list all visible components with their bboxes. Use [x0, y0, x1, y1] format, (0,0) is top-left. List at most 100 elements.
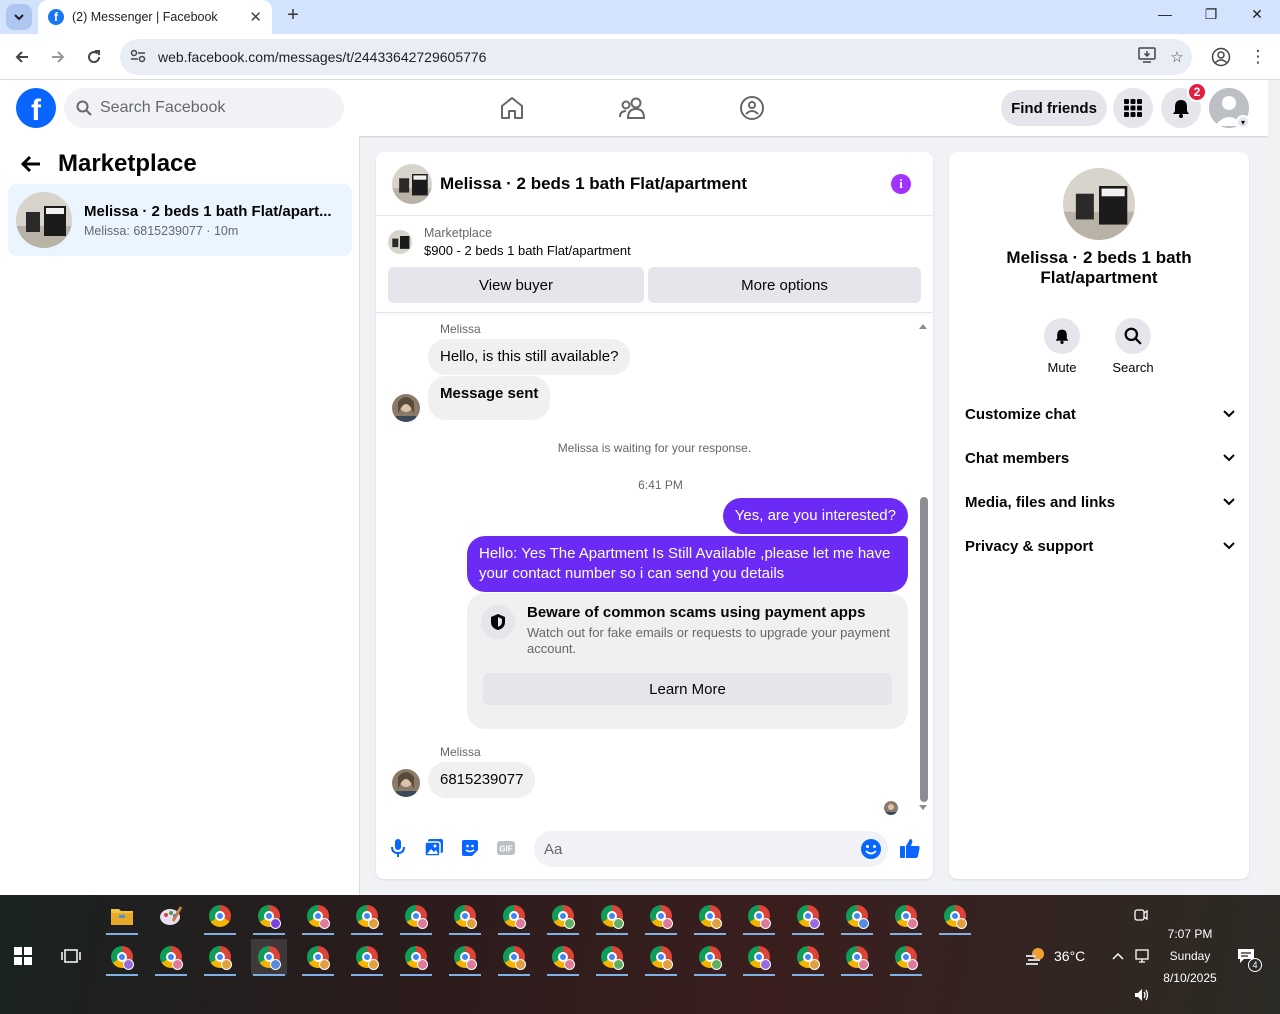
close-window-button[interactable]: ✕	[1234, 0, 1280, 28]
chrome-icon[interactable]	[202, 898, 238, 935]
bookmark-star-icon[interactable]: ☆	[1162, 48, 1192, 66]
notifications-button[interactable]: 2	[1161, 82, 1207, 128]
account-chevron-icon[interactable]: ▾	[1236, 115, 1250, 129]
groups-nav-button[interactable]	[734, 90, 770, 126]
gif-icon[interactable]: GIF	[494, 836, 518, 860]
chrome-profile-icon[interactable]	[692, 939, 728, 976]
clock-day[interactable]: Sunday	[1160, 949, 1220, 963]
learn-more-button[interactable]: Learn More	[483, 673, 892, 705]
notification-center-button[interactable]: 4	[1228, 938, 1264, 974]
sender-avatar[interactable]	[392, 769, 420, 797]
page-scrollbar[interactable]	[1268, 80, 1280, 895]
chrome-profile-icon[interactable]	[447, 898, 483, 935]
clock-time[interactable]: 7:07 PM	[1160, 927, 1220, 941]
chrome-profile-icon[interactable]	[741, 939, 777, 976]
weather-temperature[interactable]: 36°C	[1054, 948, 1085, 964]
incoming-message[interactable]: 6815239077	[428, 762, 536, 798]
weather-icon[interactable]	[1018, 938, 1054, 974]
volume-icon[interactable]	[1124, 977, 1160, 1013]
chrome-profile-icon[interactable]	[594, 939, 630, 976]
view-buyer-button[interactable]: View buyer	[388, 267, 644, 303]
meet-now-icon[interactable]	[1123, 897, 1159, 933]
chrome-profile-icon[interactable]	[888, 898, 924, 935]
message-input-box[interactable]	[534, 831, 888, 867]
address-bar[interactable]: web.facebook.com/messages/t/244336427296…	[120, 39, 1192, 75]
minimize-button[interactable]: —	[1142, 0, 1188, 28]
chat-scrollbar[interactable]	[918, 322, 928, 810]
chrome-profile-icon[interactable]	[839, 898, 875, 935]
chrome-profile-icon[interactable]	[839, 939, 875, 976]
section-chat-members[interactable]: Chat members	[965, 444, 1235, 472]
chrome-profile-icon[interactable]	[888, 939, 924, 976]
info-icon[interactable]: i	[891, 174, 911, 194]
friends-nav-button[interactable]	[614, 90, 650, 126]
task-view-button[interactable]	[53, 938, 89, 974]
browser-menu-button[interactable]: ⋮	[1245, 44, 1271, 70]
chrome-profile-icon[interactable]	[202, 939, 238, 976]
microphone-icon[interactable]	[386, 836, 410, 860]
menu-button[interactable]	[1113, 88, 1153, 128]
chrome-profile-icon[interactable]	[251, 898, 287, 935]
chrome-profile-icon[interactable]	[300, 939, 336, 976]
chrome-profile-icon[interactable]	[790, 939, 826, 976]
scroll-thumb[interactable]	[920, 497, 928, 802]
chrome-profile-icon[interactable]	[741, 898, 777, 935]
search-action[interactable]: Search	[1103, 318, 1163, 375]
browser-tab[interactable]: f (2) Messenger | Facebook ✕	[38, 0, 272, 34]
section-media-files-links[interactable]: Media, files and links	[965, 488, 1235, 516]
restore-button[interactable]: ❐	[1188, 0, 1234, 28]
back-button[interactable]	[9, 44, 35, 70]
chrome-profile-icon[interactable]	[790, 898, 826, 935]
tab-search-button[interactable]	[6, 4, 32, 30]
chrome-profile-icon[interactable]	[692, 898, 728, 935]
network-icon[interactable]	[1124, 938, 1160, 974]
home-nav-button[interactable]	[494, 90, 530, 126]
chrome-profile-icon[interactable]	[398, 939, 434, 976]
scroll-down-icon[interactable]	[918, 804, 928, 812]
chrome-profile-icon[interactable]	[937, 898, 973, 935]
sticker-icon[interactable]	[458, 836, 482, 860]
chrome-profile-icon[interactable]	[447, 939, 483, 976]
facebook-logo[interactable]: f	[16, 88, 56, 128]
forward-button[interactable]	[45, 44, 71, 70]
find-friends-button[interactable]: Find friends	[1001, 90, 1107, 126]
clock-date[interactable]: 8/10/2025	[1160, 971, 1220, 985]
outgoing-message[interactable]: Hello: Yes The Apartment Is Still Availa…	[467, 536, 908, 592]
chrome-profile-icon[interactable]	[496, 939, 532, 976]
chrome-profile-icon[interactable]	[643, 939, 679, 976]
reload-button[interactable]	[81, 44, 107, 70]
emoji-icon[interactable]	[860, 838, 882, 860]
tab-close-icon[interactable]: ✕	[249, 8, 262, 26]
section-customize-chat[interactable]: Customize chat	[965, 400, 1235, 428]
chrome-profile-icon[interactable]	[545, 898, 581, 935]
file-explorer-icon[interactable]	[104, 898, 140, 935]
photo-icon[interactable]	[422, 836, 446, 860]
chrome-profile-icon[interactable]	[251, 939, 287, 976]
profile-button[interactable]	[1208, 44, 1234, 70]
conversation-item[interactable]: Melissa · 2 beds 1 bath Flat/apart... Me…	[8, 184, 352, 256]
like-thumb-icon[interactable]	[898, 836, 922, 860]
chrome-profile-icon[interactable]	[349, 898, 385, 935]
chat-thumbnail[interactable]	[392, 163, 432, 204]
message-input[interactable]	[544, 840, 844, 858]
back-arrow-icon[interactable]	[20, 154, 42, 174]
section-privacy-support[interactable]: Privacy & support	[965, 532, 1235, 560]
incoming-message[interactable]: Hello, is this still available?	[428, 339, 631, 375]
chrome-profile-icon[interactable]	[643, 898, 679, 935]
chrome-profile-icon[interactable]	[104, 939, 140, 976]
site-info-icon[interactable]	[130, 49, 148, 66]
chrome-profile-icon[interactable]	[398, 898, 434, 935]
start-button[interactable]	[5, 938, 41, 974]
chrome-profile-icon[interactable]	[545, 939, 581, 976]
incoming-message[interactable]: Message sent	[428, 376, 551, 420]
chrome-profile-icon[interactable]	[153, 939, 189, 976]
facebook-search[interactable]	[64, 88, 344, 128]
listing-photo[interactable]	[1063, 168, 1135, 240]
search-input[interactable]	[100, 99, 320, 117]
new-tab-button[interactable]: +	[282, 4, 304, 27]
outgoing-message[interactable]: Yes, are you interested?	[722, 498, 908, 534]
more-options-button[interactable]: More options	[648, 267, 921, 303]
chrome-profile-icon[interactable]	[594, 898, 630, 935]
paint-app-icon[interactable]	[153, 898, 189, 934]
url-text[interactable]: web.facebook.com/messages/t/244336427296…	[158, 49, 1132, 65]
